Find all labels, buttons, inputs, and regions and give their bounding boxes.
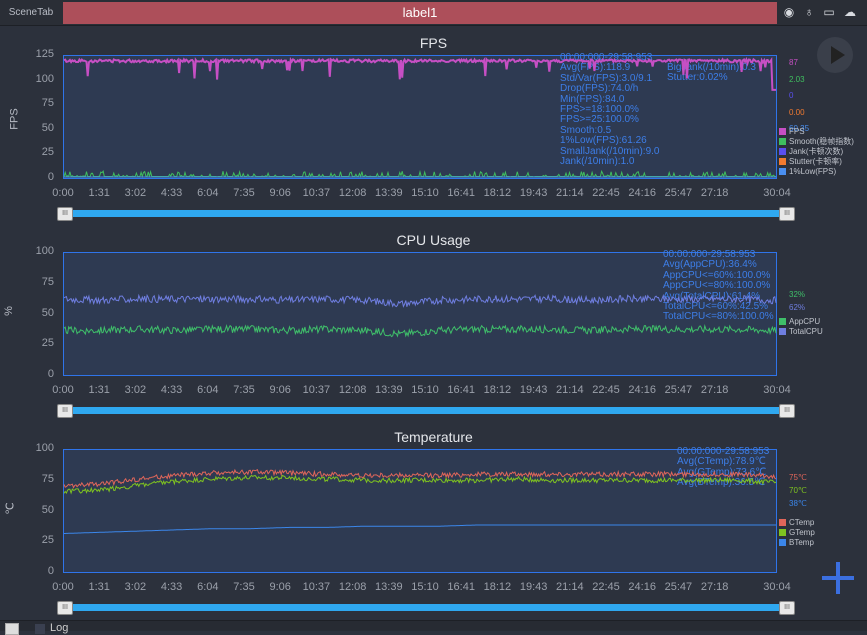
log-label: Log (50, 622, 69, 634)
play-button[interactable] (817, 37, 853, 73)
series-line-Smooth(稳帧指数) (63, 169, 776, 179)
chart-0: FPS FPS 125 100 75 50 25 0 0:00 1:31 3:02 4:33 6:04 7… (0, 35, 867, 230)
add-button[interactable] (822, 562, 854, 594)
chart-lines (63, 56, 776, 179)
top-bar: SceneTab label1 ◉ ♁ ▭ ☁ (0, 0, 867, 26)
cloud-icon[interactable]: ☁ (843, 5, 857, 19)
play-icon (831, 46, 845, 64)
folder-icon[interactable]: ▭ (822, 5, 836, 19)
map-pin-icon[interactable]: ♁ (802, 5, 816, 19)
chart-lines (63, 293, 777, 338)
log-checkbox[interactable] (35, 624, 45, 634)
plus-icon-vertical (836, 562, 840, 594)
series-line-FPS (63, 56, 776, 91)
scene-tab[interactable]: SceneTab (0, 2, 62, 24)
chart-2: Temperature ℃ 100 75 50 25 0 0:00 1:31 3:02 4:33 6:… (0, 429, 867, 624)
location-pin-icon[interactable]: ◉ (782, 5, 796, 19)
series-line-TotalCPU (63, 293, 777, 308)
bottom-bar: Log (0, 620, 867, 635)
chart-1: CPU Usage% 100 75 50 25 0 0:00 1:31 3:02 4:33 6:04… (0, 232, 867, 427)
chart-lines (63, 468, 777, 534)
series-line-BTemp (64, 524, 776, 534)
series-line-AppCPU (63, 323, 777, 338)
collapse-button[interactable] (5, 623, 19, 635)
scene-label[interactable]: label1 (63, 2, 777, 24)
series-line-GTemp (63, 474, 777, 495)
